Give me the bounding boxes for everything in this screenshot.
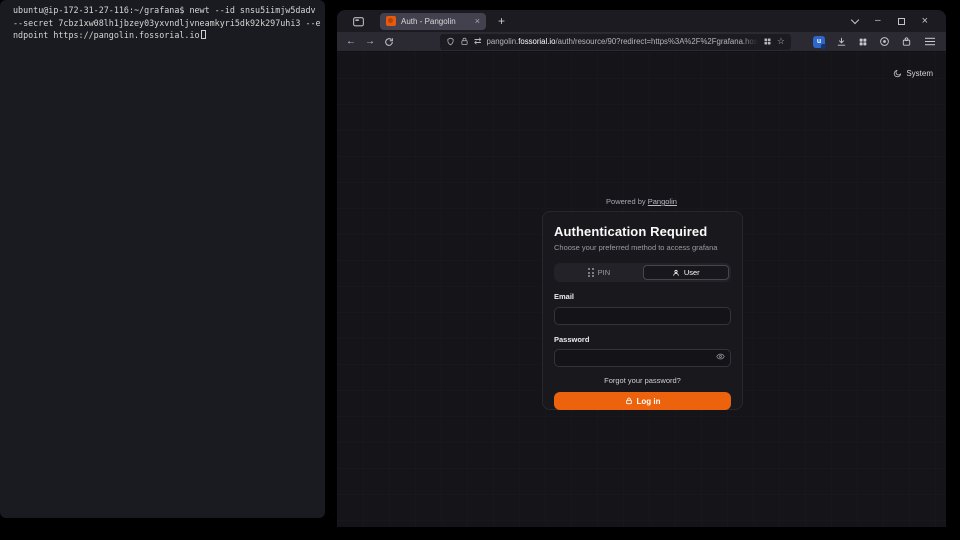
password-label: Password <box>554 335 731 344</box>
browser-tab-auth-pangolin[interactable]: Auth - Pangolin × <box>380 13 486 30</box>
firefox-window: Auth - Pangolin × + – × ← → ⇄ pangolin.f… <box>337 10 946 527</box>
minimize-button[interactable]: – <box>875 18 881 24</box>
moon-icon <box>893 69 902 78</box>
url-text[interactable]: pangolin.fossorial.io/auth/resource/90?r… <box>487 37 758 46</box>
theme-toggle-label: System <box>906 69 933 78</box>
pangolin-favicon <box>386 16 396 26</box>
four-squares-icon[interactable] <box>858 37 868 47</box>
login-button[interactable]: Log in <box>554 392 731 410</box>
window-close-button[interactable]: × <box>922 15 928 27</box>
card-subtitle: Choose your preferred method to access g… <box>554 243 731 252</box>
puzzle-extension-icon[interactable] <box>901 36 912 47</box>
toolbar-extensions-area: u <box>813 36 937 48</box>
powered-by: Powered by Pangolin <box>337 197 946 206</box>
tab-user[interactable]: User <box>643 265 730 280</box>
avatar-circle-icon[interactable] <box>879 36 890 47</box>
navigation-toolbar: ← → ⇄ pangolin.fossorial.io/auth/resourc… <box>337 32 946 52</box>
terminal-line: ubuntu@ip-172-31-27-116:~/grafana$ newt … <box>13 4 322 17</box>
pangolin-link[interactable]: Pangolin <box>648 197 677 206</box>
person-icon <box>672 269 680 277</box>
auth-page: System Powered by Pangolin Authenticatio… <box>337 52 946 527</box>
tab-user-label: User <box>684 268 700 277</box>
ublock-extension-icon[interactable]: u <box>813 36 825 48</box>
firefox-view-icon[interactable] <box>352 15 365 28</box>
terminal-line: ndpoint https://pangolin.fossorial.io <box>13 29 322 42</box>
tab-close-icon[interactable]: × <box>475 16 480 26</box>
email-field[interactable] <box>554 307 731 325</box>
tab-pin[interactable]: PIN <box>556 265 643 280</box>
auth-method-tabs: PIN User <box>554 263 731 282</box>
tab-title: Auth - Pangolin <box>401 17 470 26</box>
list-all-tabs-chevron-icon[interactable] <box>851 15 859 23</box>
forgot-password-link[interactable]: Forgot your password? <box>554 376 731 385</box>
lock-icon[interactable] <box>460 37 469 46</box>
reload-button[interactable] <box>384 37 394 47</box>
terminal-cursor <box>201 30 206 39</box>
card-title: Authentication Required <box>554 224 731 239</box>
menu-icon[interactable] <box>925 41 935 42</box>
tab-strip: Auth - Pangolin × + – × <box>337 10 946 32</box>
swap-icon[interactable]: ⇄ <box>474 36 482 47</box>
login-button-label: Log in <box>637 397 661 406</box>
lock-icon <box>625 397 633 405</box>
theme-toggle[interactable]: System <box>893 69 933 78</box>
password-field[interactable] <box>554 349 731 367</box>
url-bar[interactable]: ⇄ pangolin.fossorial.io/auth/resource/90… <box>440 34 791 50</box>
download-icon[interactable] <box>836 36 847 47</box>
maximize-button[interactable] <box>898 18 905 25</box>
show-password-eye-icon[interactable] <box>716 352 725 361</box>
tab-pin-label: PIN <box>598 268 611 277</box>
auth-card: Authentication Required Choose your pref… <box>542 211 743 410</box>
window-controls: – × <box>852 15 936 27</box>
back-button[interactable]: ← <box>346 36 356 47</box>
bookmark-star-icon[interactable]: ☆ <box>777 36 785 47</box>
new-tab-button[interactable]: + <box>498 14 505 28</box>
forward-button[interactable]: → <box>365 36 375 47</box>
terminal-line: --secret 7cbz1xw08lh1jbzey03yxvndljvneam… <box>13 17 322 30</box>
keypad-icon <box>588 268 593 277</box>
email-label: Email <box>554 292 731 301</box>
tracking-shield-icon[interactable] <box>446 37 455 46</box>
containers-grid-icon[interactable] <box>763 37 772 46</box>
terminal-window[interactable]: ubuntu@ip-172-31-27-116:~/grafana$ newt … <box>0 0 325 518</box>
